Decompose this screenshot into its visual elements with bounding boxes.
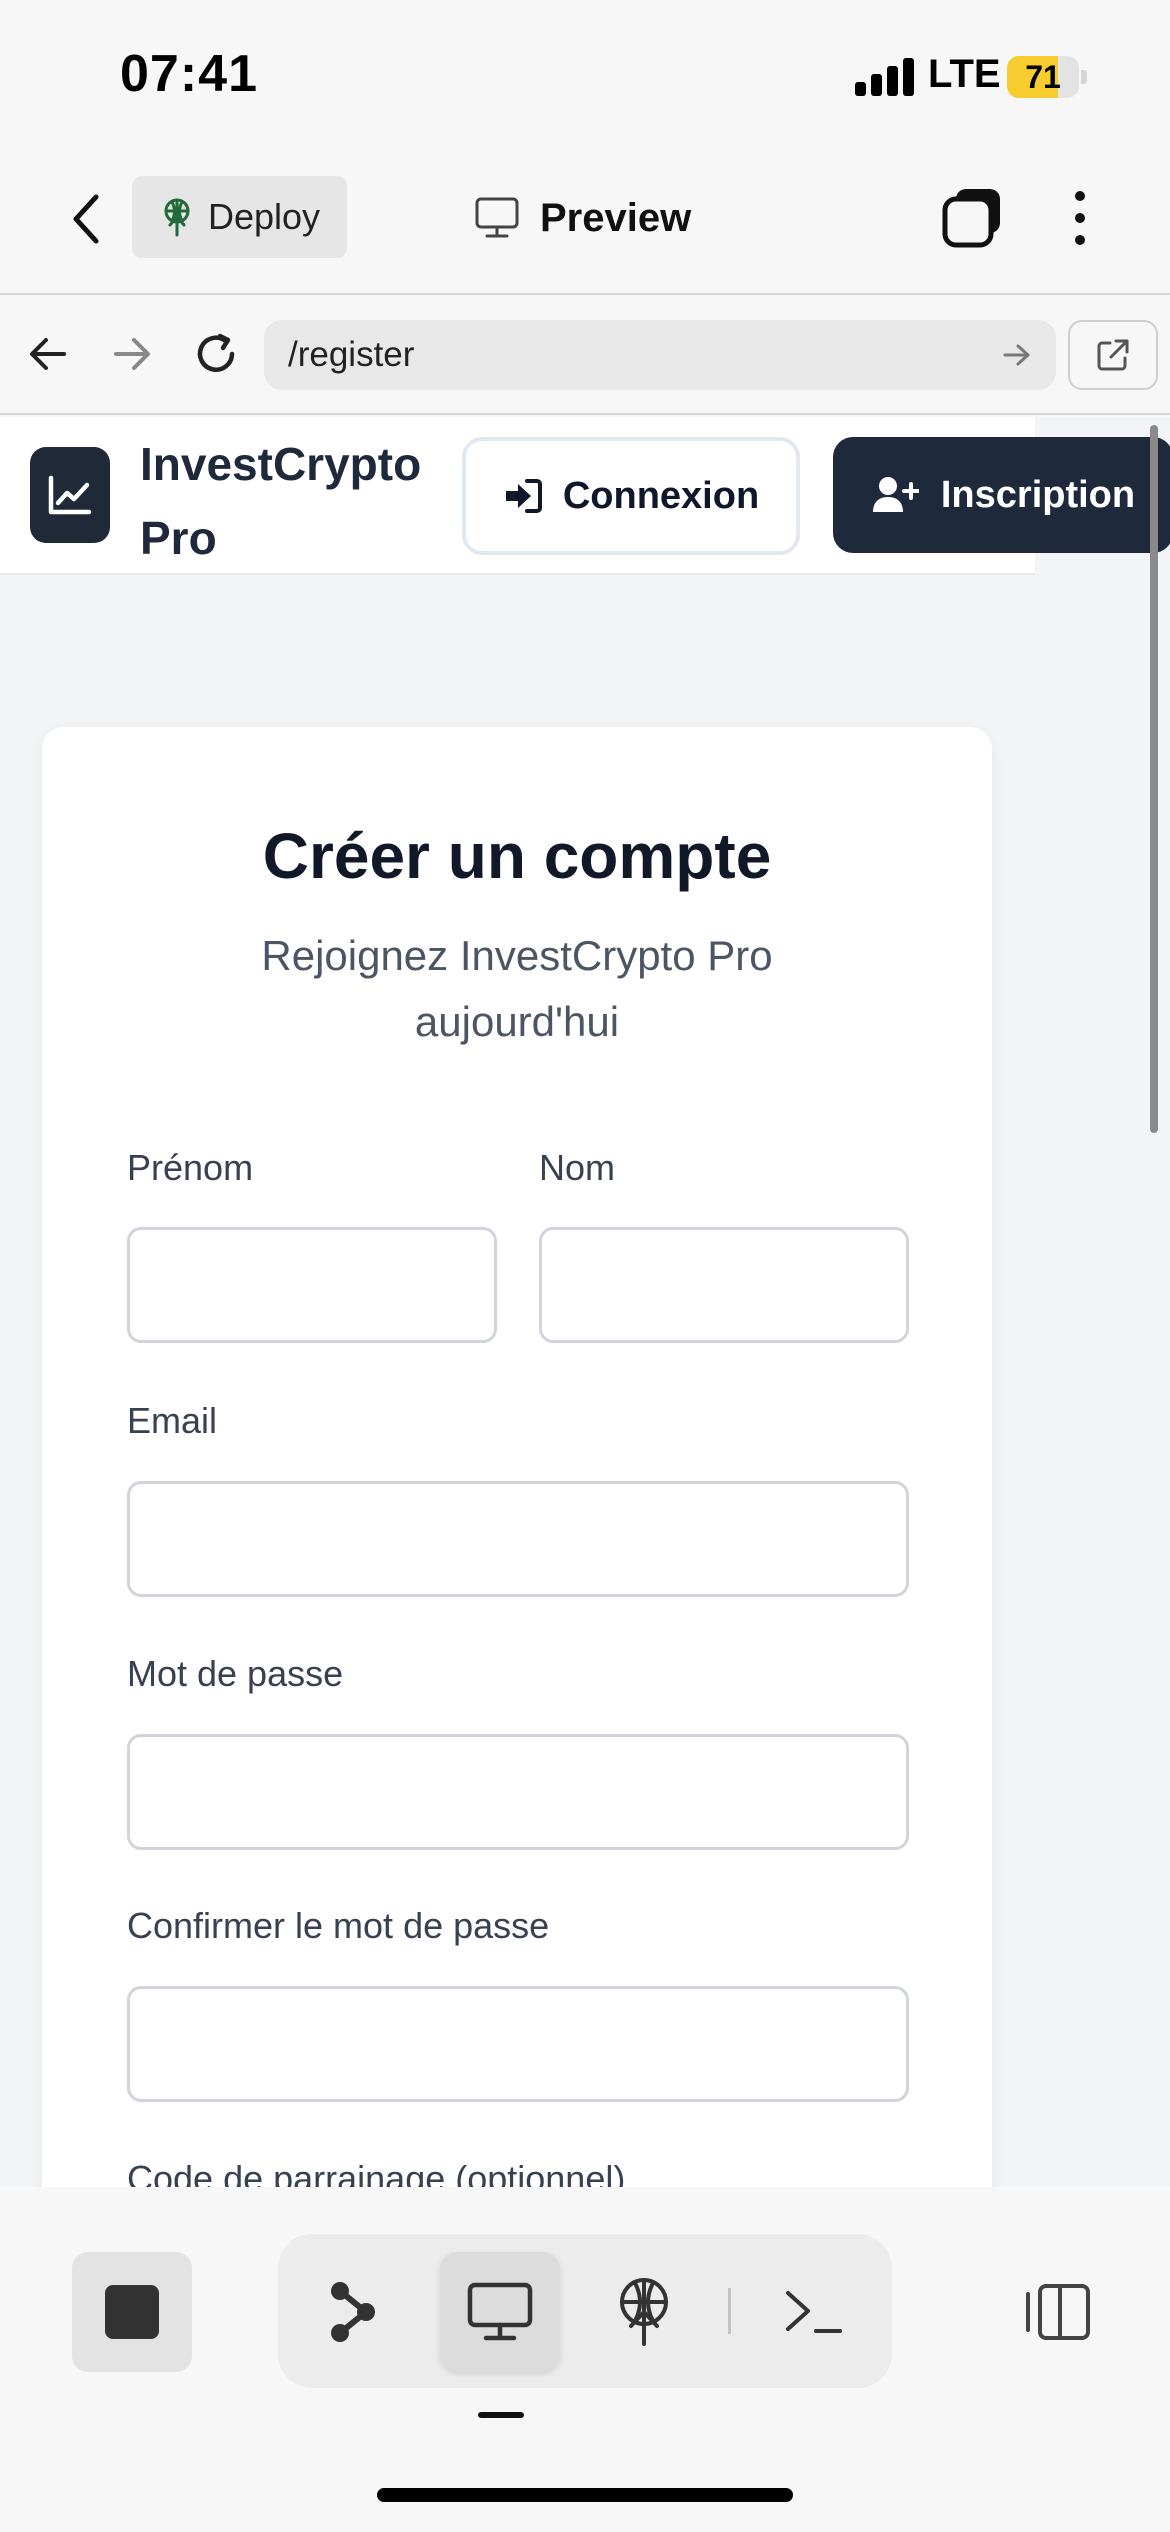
open-external-button[interactable] [1068, 320, 1158, 390]
register-card: Créer un compte Rejoignez InvestCrypto P… [42, 727, 992, 2187]
tabs-button[interactable] [940, 185, 1006, 251]
monitor-icon [467, 2282, 533, 2341]
preview-label: Preview [540, 195, 692, 240]
last-name-input[interactable] [539, 1227, 909, 1343]
status-time: 07:41 [120, 45, 258, 103]
monitor-icon [475, 197, 519, 238]
battery-level: 71 [1025, 59, 1061, 95]
email-label: Email [127, 1400, 218, 1441]
site-brand[interactable]: InvestCrypto Pro [140, 427, 450, 575]
sheet-handle[interactable] [478, 2412, 524, 2418]
arrow-right-icon [114, 338, 150, 370]
password-input[interactable] [127, 1734, 909, 1850]
subtitle-line-2: aujourd'hui [414, 998, 620, 1045]
signal-icon [855, 58, 915, 96]
brand-line-2: Pro [140, 512, 217, 564]
form-subtitle: Rejoignez InvestCrypto Pro aujourd'hui [217, 923, 817, 1055]
brand-line-1: InvestCrypto [140, 438, 422, 490]
go-arrow-icon[interactable] [1002, 342, 1032, 368]
terminal-button[interactable] [754, 2252, 874, 2372]
login-label: Connexion [562, 474, 760, 517]
external-link-icon [1097, 339, 1129, 371]
reload-button[interactable] [186, 324, 246, 384]
deploy-button[interactable]: Deploy [132, 176, 347, 258]
last-name-label: Nom [539, 1147, 616, 1188]
email-input[interactable] [127, 1481, 909, 1597]
tool-divider [728, 2288, 731, 2334]
chevron-left-icon [73, 194, 99, 244]
referral-code-label: Code de parrainage (optionnel) [127, 2158, 626, 2187]
site-logo[interactable] [30, 447, 110, 543]
deploy-label: Deploy [208, 196, 321, 237]
first-name-label: Prénom [127, 1147, 254, 1188]
more-vertical-icon[interactable] [1060, 185, 1100, 251]
tabs-icon [942, 189, 1000, 248]
first-name-input[interactable] [127, 1227, 497, 1343]
login-button[interactable]: Connexion [462, 437, 800, 555]
network-type: LTE [928, 52, 1001, 96]
confirm-password-label: Confirmer le mot de passe [127, 1905, 550, 1946]
back-button[interactable] [56, 182, 116, 256]
antenna-icon [620, 2278, 668, 2346]
antenna-icon [164, 198, 190, 237]
user-plus-icon [872, 477, 919, 512]
password-label: Mot de passe [127, 1653, 344, 1694]
deploy-tool-button[interactable] [584, 2252, 704, 2372]
form-title: Créer un compte [262, 820, 772, 892]
web-preview: InvestCrypto Pro Connexion Inscription C… [0, 417, 1170, 2187]
panel-button[interactable] [996, 2252, 1116, 2372]
signup-button[interactable]: Inscription [833, 437, 1170, 553]
confirm-password-input[interactable] [127, 1986, 909, 2102]
signup-label: Inscription [940, 473, 1136, 516]
sign-in-icon [505, 479, 542, 513]
browser-back-button[interactable] [18, 324, 78, 384]
preview-tab[interactable]: Preview [474, 190, 691, 246]
arrow-left-icon [30, 338, 66, 370]
subtitle-line-1: Rejoignez InvestCrypto Pro [261, 932, 773, 979]
git-button[interactable] [294, 2252, 414, 2372]
reload-icon [197, 333, 235, 372]
stop-button[interactable] [72, 2252, 192, 2372]
url-text: /register [288, 335, 415, 374]
git-branch-icon [331, 2282, 375, 2342]
scrollbar[interactable] [1150, 425, 1158, 1133]
terminal-icon [786, 2291, 842, 2333]
chart-line-icon [48, 475, 92, 515]
browser-forward-button[interactable] [102, 324, 162, 384]
panel-icon [1026, 2284, 1090, 2340]
stop-icon [105, 2285, 159, 2339]
preview-tool-button[interactable] [440, 2252, 560, 2372]
battery-icon: 71 [1007, 56, 1087, 98]
home-indicator[interactable] [377, 2488, 793, 2502]
url-bar[interactable]: /register [264, 320, 1056, 390]
